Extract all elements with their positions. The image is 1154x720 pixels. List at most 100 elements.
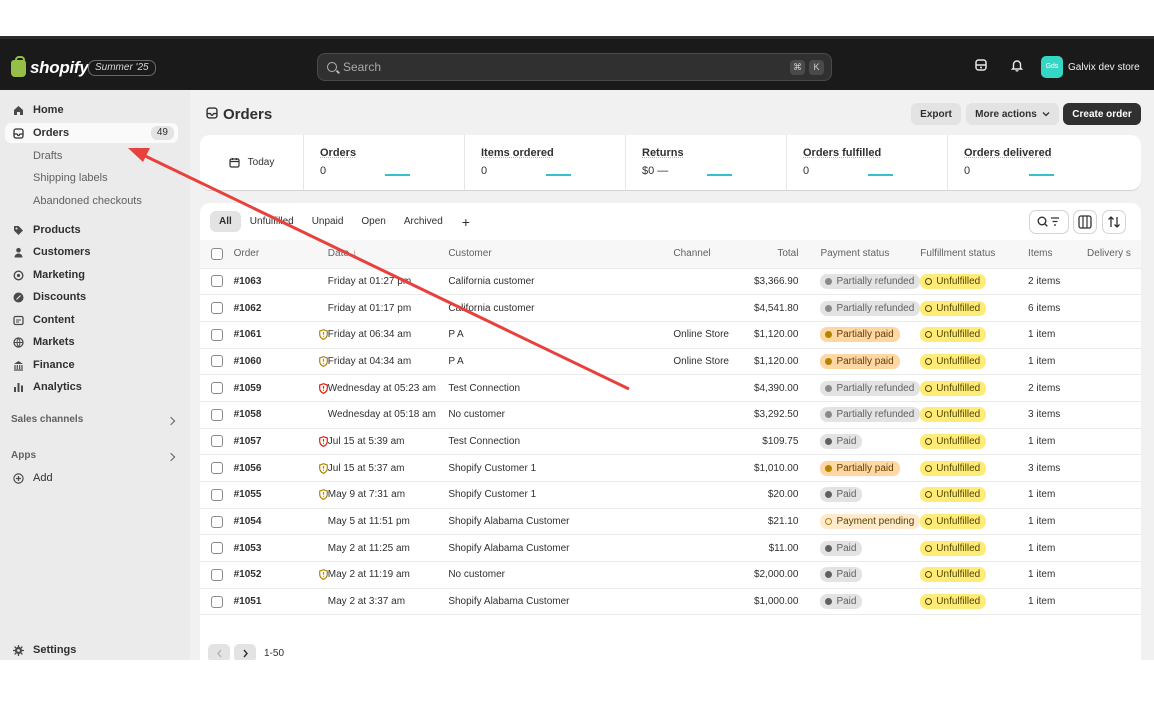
metric-items-ordered[interactable]: Items ordered 0	[465, 135, 626, 190]
row-checkbox[interactable]	[211, 382, 223, 395]
sidebar-item-finance[interactable]: Finance	[5, 355, 178, 375]
row-checkbox[interactable]	[211, 328, 223, 341]
table-row[interactable]: #1061 Friday at 06:34 am P A Online Store $1…	[200, 321, 1141, 349]
col-customer[interactable]: Customer	[448, 240, 674, 269]
table-row[interactable]: #1056 Jul 15 at 5:37 am Shopify Customer 1…	[200, 454, 1141, 482]
store-menu[interactable]: Gds Galvix dev store	[1041, 56, 1140, 78]
tab-open[interactable]: Open	[352, 211, 394, 232]
table-row[interactable]: #1054 May 5 at 11:51 pm Shopify Alabama Cu…	[200, 508, 1141, 536]
columns-button[interactable]	[1073, 210, 1097, 234]
order-number[interactable]: #1052	[233, 561, 283, 589]
metric-label: Items ordered	[481, 147, 554, 159]
date-range-picker[interactable]: Today	[200, 135, 304, 190]
sidebar-item-settings[interactable]: Settings	[5, 640, 178, 660]
metric-orders-delivered[interactable]: Orders delivered 0	[948, 135, 1141, 190]
row-checkbox[interactable]	[211, 595, 223, 608]
table-row[interactable]: #1059 Wednesday at 05:23 am Test Connectio…	[200, 374, 1141, 402]
edition-badge[interactable]: Summer '25	[88, 60, 156, 76]
search-input[interactable]	[343, 60, 763, 74]
apps-label[interactable]: Apps	[11, 450, 36, 461]
sort-icon	[1108, 216, 1120, 228]
export-button[interactable]: Export	[911, 103, 961, 125]
tab-unpaid[interactable]: Unpaid	[303, 211, 353, 232]
col-delivery-status[interactable]: Delivery s	[1087, 240, 1141, 269]
table-row[interactable]: #1058 Wednesday at 05:18 am No customer $3,…	[200, 401, 1141, 429]
sidebar-item-abandoned-checkouts[interactable]: Abandoned checkouts	[33, 195, 142, 207]
bell-icon[interactable]	[1010, 58, 1026, 74]
sidebar-item-products[interactable]: Products	[5, 220, 178, 240]
select-all-checkbox[interactable]	[211, 247, 223, 260]
sidebar-item-orders[interactable]: Orders 49	[5, 123, 178, 143]
table-row[interactable]: #1053 May 2 at 11:25 am Shopify Alabama Cu…	[200, 534, 1141, 563]
row-checkbox[interactable]	[211, 302, 223, 315]
col-items[interactable]: Items	[1028, 240, 1088, 269]
search-filter-button[interactable]	[1029, 210, 1069, 234]
metric-orders[interactable]: Orders 0	[304, 135, 465, 190]
create-order-button[interactable]: Create order	[1063, 103, 1141, 125]
chevron-right-icon[interactable]	[166, 416, 176, 426]
add-app-button[interactable]: Add	[5, 468, 178, 488]
order-number[interactable]: #1053	[233, 534, 283, 563]
metric-returns[interactable]: Returns $0 —	[626, 135, 787, 190]
tab-all[interactable]: All	[210, 211, 241, 232]
order-number[interactable]: #1060	[233, 348, 283, 376]
status-dot	[825, 277, 833, 285]
shopify-logo[interactable]: shopify	[11, 55, 89, 78]
chevron-right-icon[interactable]	[166, 452, 176, 462]
item-count: 1 item	[1028, 508, 1088, 536]
tab-archived[interactable]: Archived	[395, 211, 452, 232]
order-number[interactable]: #1051	[233, 588, 283, 616]
order-number[interactable]: #1062	[233, 294, 283, 322]
row-checkbox[interactable]	[211, 408, 223, 421]
metric-orders-fulfilled[interactable]: Orders fulfilled 0	[787, 135, 948, 190]
col-total[interactable]: Total	[742, 240, 799, 269]
sidebar-item-customers[interactable]: Customers	[5, 242, 178, 262]
table-row[interactable]: #1055 May 9 at 7:31 am Shopify Customer 1 $…	[200, 481, 1141, 509]
sidebar-item-shipping-labels[interactable]: Shipping labels	[33, 172, 108, 184]
order-number[interactable]: #1061	[233, 321, 283, 349]
table-row[interactable]: #1057 Jul 15 at 5:39 am Test Connection $10…	[200, 428, 1141, 456]
order-total: $1,010.00	[742, 454, 799, 482]
sidebar-item-marketing[interactable]: Marketing	[5, 265, 178, 285]
store-switcher-icon[interactable]	[974, 58, 990, 74]
row-checkbox[interactable]	[211, 462, 223, 475]
more-actions-button[interactable]: More actions	[966, 103, 1059, 125]
sort-button[interactable]	[1102, 210, 1126, 234]
table-row[interactable]: #1060 Friday at 04:34 am P A Online Store $1…	[200, 348, 1141, 376]
sales-channels-label[interactable]: Sales channels	[11, 414, 83, 425]
tab-unfulfilled[interactable]: Unfulfilled	[241, 211, 303, 232]
order-number[interactable]: #1059	[233, 374, 283, 402]
status-dot	[925, 277, 933, 285]
table-row[interactable]: #1063 Friday at 01:27 pm California custom…	[200, 268, 1141, 296]
table-row[interactable]: #1062 Friday at 01:17 pm California custom…	[200, 294, 1141, 322]
col-date[interactable]: Date ↓	[327, 240, 449, 269]
col-fulfillment-status[interactable]: Fulfillment status	[920, 240, 1029, 269]
table-row[interactable]: #1051 May 2 at 3:37 am Shopify Alabama Cus…	[200, 588, 1141, 616]
col-payment-status[interactable]: Payment status	[798, 240, 921, 269]
col-order[interactable]: Order	[233, 240, 283, 269]
row-checkbox[interactable]	[211, 355, 223, 368]
order-number[interactable]: #1063	[233, 268, 283, 296]
row-checkbox[interactable]	[211, 515, 223, 528]
col-channel[interactable]: Channel	[673, 240, 743, 269]
row-checkbox[interactable]	[211, 568, 223, 581]
row-checkbox[interactable]	[211, 275, 223, 288]
risk-cell	[282, 348, 328, 376]
sidebar-item-drafts[interactable]: Drafts	[33, 150, 62, 162]
row-checkbox[interactable]	[211, 488, 223, 501]
row-checkbox[interactable]	[211, 542, 223, 555]
table-row[interactable]: #1052 May 2 at 11:19 am No customer $2,000.…	[200, 561, 1141, 589]
order-number[interactable]: #1054	[233, 508, 283, 536]
sidebar-item-discounts[interactable]: Discounts	[5, 287, 178, 307]
sidebar-item-content[interactable]: Content	[5, 310, 178, 330]
sidebar-item-analytics[interactable]: Analytics	[5, 377, 178, 397]
order-number[interactable]: #1058	[233, 401, 283, 429]
sidebar-item-markets[interactable]: Markets	[5, 332, 178, 352]
sidebar-item-home[interactable]: Home	[5, 100, 178, 120]
add-view-icon[interactable]: +	[452, 214, 480, 230]
order-number[interactable]: #1056	[233, 454, 283, 482]
order-number[interactable]: #1055	[233, 481, 283, 509]
order-number[interactable]: #1057	[233, 428, 283, 456]
search-bar[interactable]: ⌘ K	[317, 53, 832, 81]
row-checkbox[interactable]	[211, 435, 223, 448]
